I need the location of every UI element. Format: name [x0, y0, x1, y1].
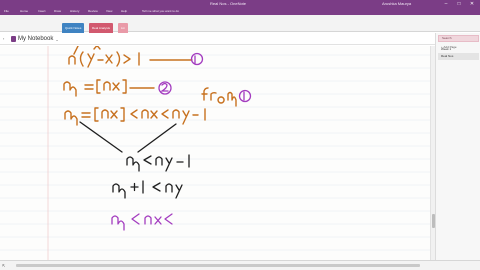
- page-canvas[interactable]: [0, 46, 430, 260]
- menu-bar: File Home Insert Draw History Review Vie…: [0, 8, 480, 15]
- horizontal-scroll-thumb[interactable]: [16, 264, 420, 267]
- circle-2-digit: [159, 82, 169, 92]
- ink-rfloor: [122, 79, 127, 94]
- ink-y8: [175, 184, 183, 199]
- ink-rparen: [116, 51, 121, 67]
- notebook-name: My Notebook: [18, 36, 54, 42]
- ink-r: [210, 91, 217, 101]
- ink-n3: [103, 81, 111, 91]
- notebook-selector[interactable]: My Notebook ⌄: [11, 33, 59, 45]
- ink-x3: [112, 82, 120, 91]
- ink-y7: [165, 157, 173, 172]
- ink-y2: [87, 53, 95, 68]
- ink-lt7: [143, 155, 152, 165]
- page-item-week-1[interactable]: Week 1: [438, 46, 479, 53]
- maximize-icon[interactable]: □: [453, 0, 465, 8]
- back-arrow-icon[interactable]: ‹: [3, 36, 9, 42]
- ink-lparen: [79, 51, 84, 67]
- chevron-down-icon: ⌄: [55, 36, 59, 42]
- ink-o: [217, 96, 225, 104]
- tell-me-search[interactable]: Tell me what you want to do: [142, 8, 179, 15]
- minimize-icon[interactable]: –: [440, 0, 452, 8]
- menu-help[interactable]: Help: [121, 8, 127, 15]
- ink-n4: [101, 109, 109, 119]
- black-ink: [79, 121, 190, 199]
- ink-connector-left: [79, 121, 123, 153]
- ink-x9: [154, 216, 162, 225]
- menu-home[interactable]: Home: [20, 8, 28, 15]
- ink-plus8: [130, 182, 139, 192]
- notebook-icon: [11, 36, 16, 42]
- purple-ink: [111, 213, 173, 231]
- ink-gt: [123, 54, 131, 64]
- collapse-icon[interactable]: ⇱: [2, 263, 10, 269]
- ink-n6: [172, 109, 180, 119]
- circle-3: [238, 89, 252, 103]
- ink-n9: [144, 215, 152, 225]
- ink-lt: [130, 109, 138, 119]
- ink-lt9b: [164, 213, 173, 225]
- ink-y6: [182, 110, 190, 125]
- ink-n: [68, 55, 76, 65]
- menu-file[interactable]: File: [4, 8, 9, 15]
- ink-x: [93, 46, 101, 50]
- ink-x5: [150, 110, 158, 119]
- tab-quick-notes[interactable]: Quick Notes: [62, 23, 85, 33]
- ink-drawing: [0, 46, 430, 260]
- pages-panel: Search + Add Page Week 1 Real Nos: [435, 33, 480, 260]
- ink-m2: [64, 110, 78, 126]
- ink-m-word: [227, 91, 237, 107]
- window-title: Real Nos - OneNote: [210, 1, 247, 6]
- horizontal-scrollbar[interactable]: ⇱: [0, 260, 480, 270]
- menu-view[interactable]: View: [106, 8, 112, 15]
- user-name[interactable]: Arushka Maurya: [382, 0, 411, 8]
- ink-y: [73, 46, 79, 55]
- ink-m8: [112, 183, 126, 199]
- menu-review[interactable]: Review: [88, 8, 98, 15]
- ink-n5: [141, 109, 149, 119]
- ink-lfloor2: [94, 107, 99, 122]
- ink-x2: [105, 54, 113, 64]
- ink-lfloor: [96, 79, 101, 94]
- menu-insert[interactable]: Insert: [38, 8, 46, 15]
- search-input[interactable]: Search: [438, 35, 479, 42]
- tab-lin[interactable]: Lin: [118, 23, 129, 33]
- page-item-real-nos[interactable]: Real Nos: [438, 53, 479, 60]
- ink-eq2: [81, 112, 91, 118]
- tab-real-analysis[interactable]: Real Analysis: [89, 23, 114, 33]
- ink-lt8: [152, 182, 161, 192]
- menu-history[interactable]: History: [70, 8, 79, 15]
- orange-ink: [63, 46, 237, 126]
- notebook-bar: ‹ My Notebook ⌄: [0, 33, 480, 45]
- ink-n7: [155, 156, 163, 166]
- ink-f: [201, 87, 209, 101]
- ink-m9: [111, 215, 125, 231]
- ink-lt2: [161, 109, 169, 119]
- ink-lt9: [131, 213, 140, 225]
- ink-x4: [110, 110, 118, 119]
- title-bar: Real Nos - OneNote Arushka Maurya – □ ✕: [0, 0, 480, 8]
- ink-connector-right: [137, 123, 177, 153]
- menu-draw[interactable]: Draw: [54, 8, 61, 15]
- ink-eq: [84, 84, 94, 90]
- close-icon[interactable]: ✕: [466, 0, 478, 8]
- ink-rfloor2: [120, 107, 125, 122]
